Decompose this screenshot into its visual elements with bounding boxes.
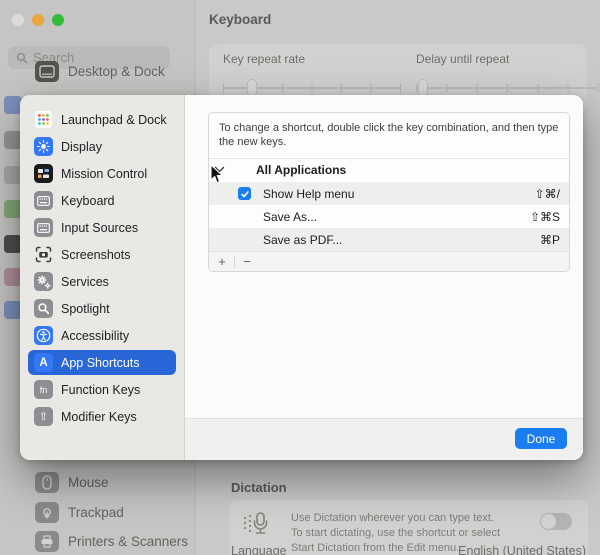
remove-shortcut-button[interactable]: − — [238, 253, 256, 271]
mission-control-icon — [34, 164, 53, 183]
sidebar-item-spotlight[interactable]: Spotlight — [28, 296, 176, 321]
language-value: English (United States) — [458, 544, 586, 555]
app-shortcuts-icon: A — [34, 353, 53, 372]
minimize-button[interactable] — [32, 14, 44, 26]
sidebar-item-printers-scanners[interactable]: Printers & Scanners — [35, 531, 188, 552]
sidebar-item-label: Trackpad — [68, 505, 124, 520]
sidebar-item-label: Mission Control — [61, 167, 147, 181]
sidebar-item-label: Spotlight — [61, 302, 110, 316]
sidebar-item-screenshots[interactable]: Screenshots — [28, 242, 176, 267]
shortcuts-table: To change a shortcut, double click the k… — [208, 112, 570, 272]
close-button[interactable] — [12, 14, 24, 26]
launchpad-icon — [34, 110, 53, 129]
sidebar-item-keyboard[interactable]: Keyboard — [28, 188, 176, 213]
group-row-all-applications[interactable]: All Applications — [209, 159, 569, 182]
shortcut-keys[interactable]: ⇧⌘/ — [535, 187, 560, 201]
screenshots-icon — [34, 245, 53, 264]
keyboard-icon — [34, 191, 53, 210]
toolbar-divider — [234, 256, 235, 268]
list-toolbar: + − — [209, 251, 569, 271]
sidebar-item-accessibility[interactable]: Accessibility — [28, 323, 176, 348]
sidebar-item-label: Mouse — [68, 475, 109, 490]
sidebar-item-label: Display — [61, 140, 102, 154]
function-keys-icon: fn — [34, 380, 53, 399]
system-settings-window: Search Desktop & Dock Mouse — [0, 0, 600, 555]
display-icon — [34, 137, 53, 156]
group-label: All Applications — [256, 163, 346, 177]
sidebar-item-modifier-keys[interactable]: ⇧ Modifier Keys — [28, 404, 176, 429]
services-icon — [34, 272, 53, 291]
sidebar-item-launchpad-dock[interactable]: Launchpad & Dock — [28, 107, 176, 132]
input-sources-icon — [34, 218, 53, 237]
sidebar-item-input-sources[interactable]: Input Sources — [28, 215, 176, 240]
sidebar-item-label: Services — [61, 275, 109, 289]
sidebar-item-mouse[interactable]: Mouse — [35, 472, 109, 493]
desktop-dock-icon — [35, 61, 59, 82]
done-button[interactable]: Done — [515, 428, 567, 449]
sidebar-item-desktop-dock[interactable]: Desktop & Dock — [35, 61, 165, 82]
dictation-heading: Dictation — [231, 480, 287, 495]
sidebar-item-function-keys[interactable]: fn Function Keys — [28, 377, 176, 402]
sidebar-item-label: Modifier Keys — [61, 410, 137, 424]
zoom-button[interactable] — [52, 14, 64, 26]
sidebar-item-trackpad[interactable]: Trackpad — [35, 502, 124, 523]
sidebar-item-services[interactable]: Services — [28, 269, 176, 294]
shortcut-label: Save as PDF... — [263, 233, 342, 247]
shortcut-row-show-help-menu[interactable]: Show Help menu ⇧⌘/ — [209, 182, 569, 205]
dictation-toggle[interactable] — [540, 513, 572, 530]
language-label: Language — [231, 544, 287, 555]
window-controls — [12, 14, 64, 26]
spotlight-icon — [34, 299, 53, 318]
delay-until-repeat-label: Delay until repeat — [416, 52, 599, 66]
key-repeat-rate-label: Key repeat rate — [223, 52, 401, 66]
mouse-cursor — [209, 164, 224, 185]
shortcut-label: Show Help menu — [263, 187, 354, 201]
shortcuts-panel: To change a shortcut, double click the k… — [185, 95, 583, 460]
instruction-text: To change a shortcut, double click the k… — [209, 113, 569, 159]
sidebar-item-label: Keyboard — [61, 194, 115, 208]
search-icon — [16, 52, 28, 64]
shortcut-keys[interactable]: ⌘P — [540, 233, 560, 247]
accessibility-icon — [34, 326, 53, 345]
sidebar-item-mission-control[interactable]: Mission Control — [28, 161, 176, 186]
app-shortcuts-dialog: Launchpad & Dock Display — [20, 95, 583, 460]
sidebar-item-label: Function Keys — [61, 383, 140, 397]
mouse-icon — [35, 472, 59, 493]
microphone-icon — [243, 512, 277, 538]
shortcut-label: Save As... — [263, 210, 317, 224]
dialog-footer: Done — [185, 418, 583, 460]
sidebar-item-label: Printers & Scanners — [68, 534, 188, 549]
add-shortcut-button[interactable]: + — [213, 253, 231, 271]
sidebar-item-label: Launchpad & Dock — [61, 113, 167, 127]
trackpad-icon — [35, 502, 59, 523]
shortcut-keys[interactable]: ⇧⌘S — [530, 210, 560, 224]
sidebar-item-label: Screenshots — [61, 248, 130, 262]
shortcut-row-save-as[interactable]: Save As... ⇧⌘S — [209, 205, 569, 228]
printer-icon — [35, 531, 59, 552]
checkbox-checked[interactable] — [238, 187, 251, 200]
sidebar-item-app-shortcuts[interactable]: A App Shortcuts — [28, 350, 176, 375]
page-title: Keyboard — [209, 12, 271, 27]
sidebar-item-display[interactable]: Display — [28, 134, 176, 159]
modifier-keys-icon: ⇧ — [34, 407, 53, 426]
language-row[interactable]: Language English (United States) — [231, 544, 586, 555]
sidebar-item-label: Desktop & Dock — [68, 64, 165, 79]
sidebar-item-label: Input Sources — [61, 221, 138, 235]
shortcut-row-save-as-pdf[interactable]: Save as PDF... ⌘P — [209, 228, 569, 251]
sidebar-item-label: Accessibility — [61, 329, 129, 343]
shortcuts-sidebar: Launchpad & Dock Display — [20, 95, 185, 460]
sidebar-item-label: App Shortcuts — [61, 356, 140, 370]
